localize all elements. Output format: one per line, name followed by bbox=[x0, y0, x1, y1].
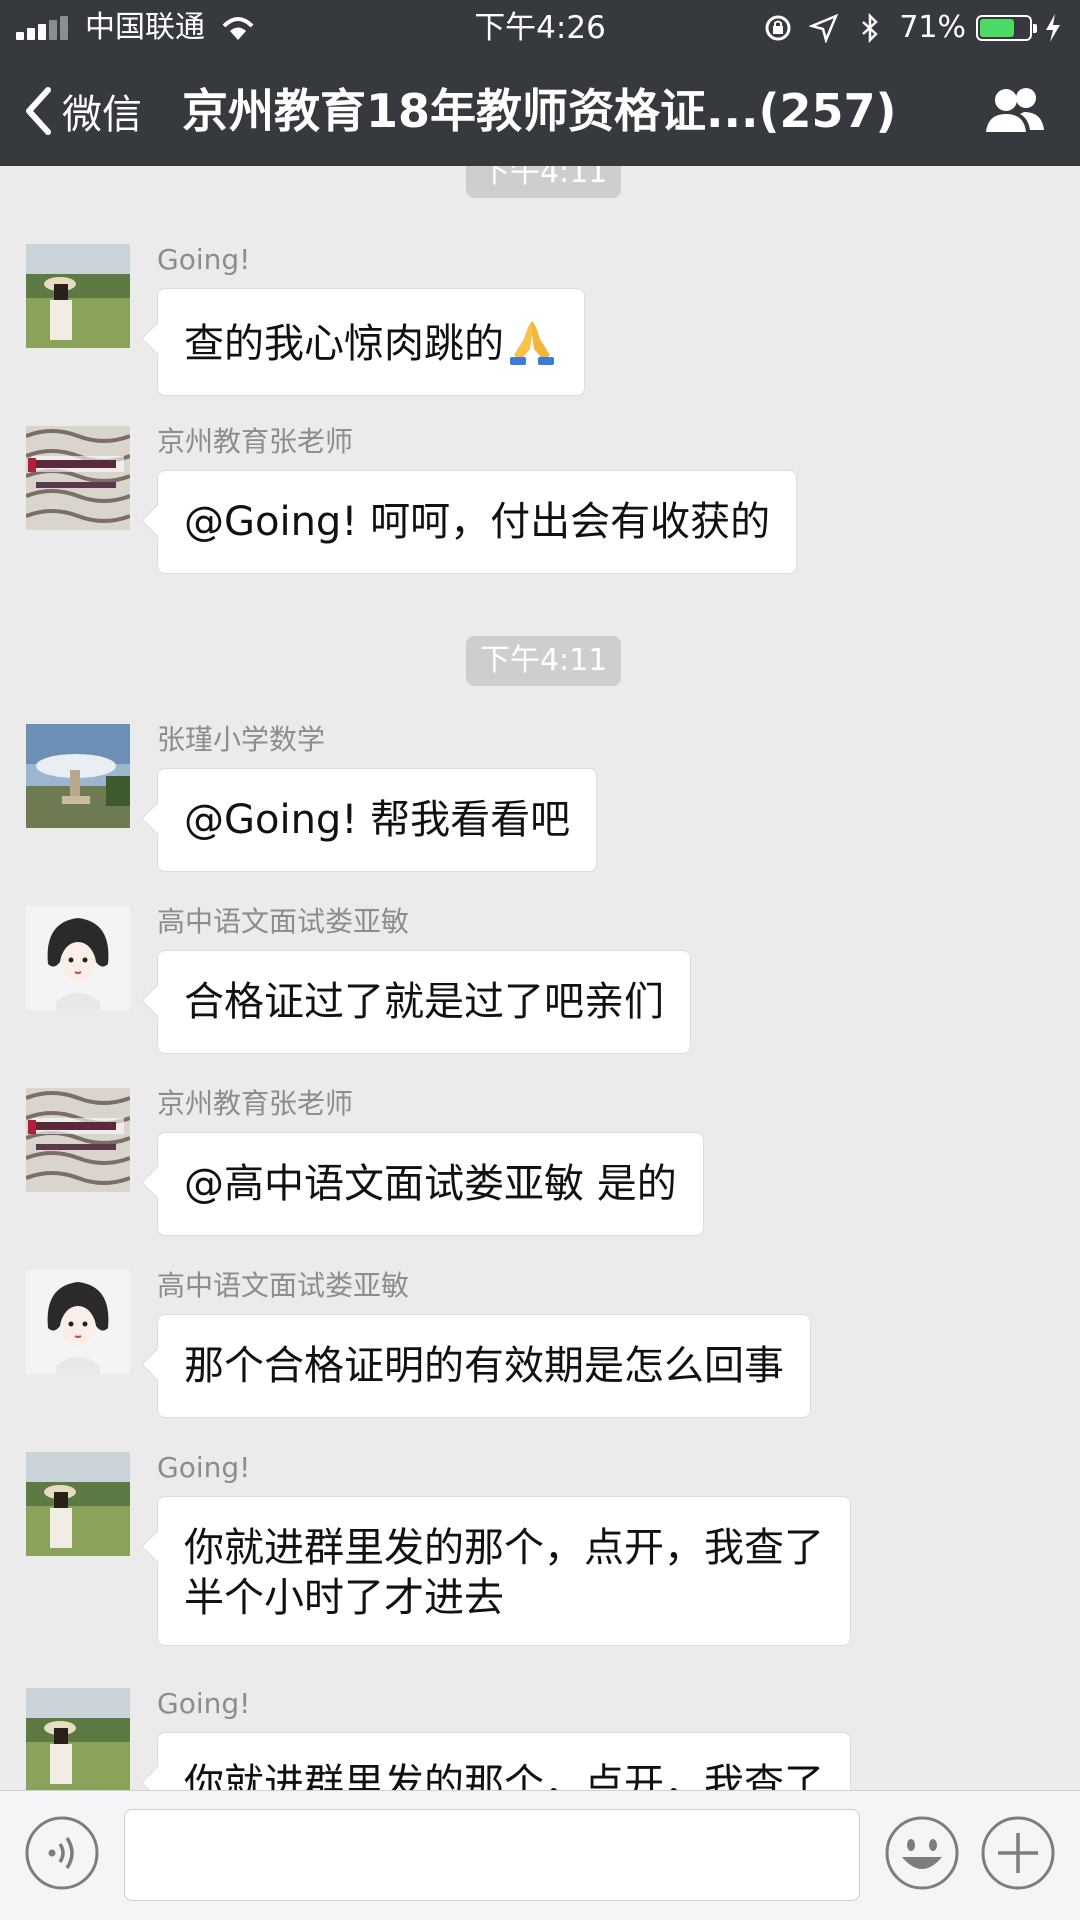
folded-hands-icon bbox=[510, 321, 554, 365]
going-avatar[interactable] bbox=[26, 244, 130, 348]
message-bubble[interactable]: 查的我心惊肉跳的 bbox=[157, 288, 585, 396]
message-text: @Going! 帮我看看吧 bbox=[184, 797, 571, 843]
header: 中国联通 下午4:26 71% 微信 京州教育18年教师资格证...(257) bbox=[0, 0, 1080, 166]
battery-level-fill bbox=[980, 19, 1015, 37]
message-text: @Going! 呵呵，付出会有收获的 bbox=[184, 499, 771, 545]
sender-name: Going! bbox=[157, 1687, 251, 1720]
page-title: 京州教育18年教师资格证...(257) bbox=[182, 84, 897, 138]
message-bubble[interactable]: 那个合格证明的有效期是怎么回事 bbox=[157, 1314, 811, 1418]
timestamp-pill: 下午4:11 bbox=[466, 636, 622, 686]
message-bubble[interactable]: 合格证过了就是过了吧亲们 bbox=[157, 950, 691, 1054]
message-bubble[interactable]: @Going! 呵呵，付出会有收获的 bbox=[157, 470, 798, 574]
message-bubble[interactable]: 你就进群里发的那个，点开，我查了 bbox=[157, 1732, 851, 1790]
sender-name: 高中语文面试娄亚敏 bbox=[157, 905, 410, 938]
message-text-line: 你就进群里发的那个，点开，我查了 bbox=[184, 1761, 824, 1790]
battery-percent: 71% bbox=[899, 10, 966, 45]
battery-icon bbox=[976, 15, 1037, 41]
lock-rotation-icon bbox=[765, 15, 791, 41]
message-bubble[interactable]: @高中语文面试娄亚敏 是的 bbox=[157, 1132, 704, 1236]
emoji-icon[interactable] bbox=[884, 1815, 960, 1891]
message-text: 那个合格证明的有效期是怎么回事 bbox=[184, 1343, 784, 1389]
sender-name: 京州教育张老师 bbox=[157, 425, 354, 458]
teacher-zhang-avatar[interactable] bbox=[26, 426, 130, 530]
message-bubble[interactable]: 你就进群里发的那个，点开，我查了 半个小时了才进去 bbox=[157, 1496, 851, 1646]
message-bubble[interactable]: @Going! 帮我看看吧 bbox=[157, 768, 598, 872]
chevron-left-icon bbox=[26, 87, 51, 135]
message-text: 合格证过了就是过了吧亲们 bbox=[184, 979, 664, 1025]
sender-name: 高中语文面试娄亚敏 bbox=[157, 1269, 410, 1302]
message-input[interactable] bbox=[124, 1809, 860, 1901]
timestamp-pill: 下午4:11 bbox=[466, 166, 622, 198]
message-text-line: 你就进群里发的那个，点开，我查了 bbox=[184, 1525, 824, 1571]
lou-yamin-avatar[interactable] bbox=[26, 906, 130, 1010]
sender-name: Going! bbox=[157, 1451, 251, 1484]
charging-icon bbox=[1046, 14, 1060, 42]
voice-icon[interactable] bbox=[24, 1815, 100, 1891]
back-button[interactable]: 微信 bbox=[24, 81, 142, 141]
nav-bar: 微信 京州教育18年教师资格证...(257) bbox=[0, 56, 1080, 166]
sender-name: 京州教育张老师 bbox=[157, 1087, 354, 1120]
teacher-zhang-avatar[interactable] bbox=[26, 1088, 130, 1192]
sender-name: 张瑾小学数学 bbox=[157, 723, 326, 756]
back-label: 微信 bbox=[62, 92, 142, 138]
sender-name: Going! bbox=[157, 243, 251, 276]
location-icon bbox=[809, 13, 839, 43]
going-avatar[interactable] bbox=[26, 1688, 130, 1790]
bluetooth-icon bbox=[862, 13, 879, 43]
zhang-jin-avatar[interactable] bbox=[26, 724, 130, 828]
group-members-icon[interactable] bbox=[984, 84, 1046, 136]
lou-yamin-avatar[interactable] bbox=[26, 1270, 130, 1374]
plus-icon[interactable] bbox=[980, 1815, 1056, 1891]
message-text: @高中语文面试娄亚敏 是的 bbox=[184, 1161, 677, 1207]
message-text-line: 半个小时了才进去 bbox=[184, 1575, 504, 1621]
going-avatar[interactable] bbox=[26, 1452, 130, 1556]
status-bar: 中国联通 下午4:26 71% bbox=[0, 0, 1080, 56]
chat-area[interactable]: 下午4:11 Going! 查的我心惊肉跳的 京州教育张老师 @Going! 呵… bbox=[0, 166, 1080, 1790]
message-text: 查的我心惊肉跳的 bbox=[184, 321, 504, 367]
input-bar bbox=[0, 1790, 1080, 1920]
